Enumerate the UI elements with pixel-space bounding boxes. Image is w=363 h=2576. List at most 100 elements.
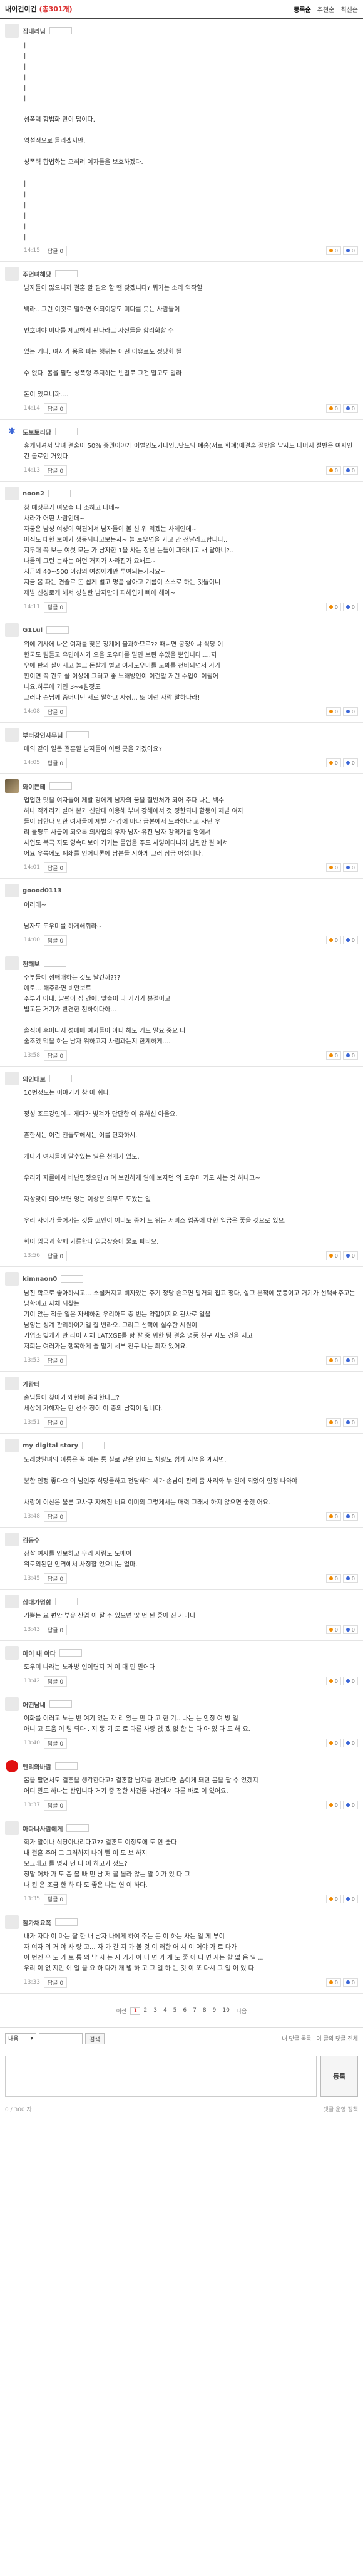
comment-nickname[interactable]: 천해보 [23, 959, 40, 968]
reply-button[interactable]: 답글 0 [43, 1675, 68, 1687]
page-number[interactable]: 8 [200, 2007, 210, 2015]
search-button[interactable]: 검색 [85, 2032, 105, 2044]
page-number[interactable]: 6 [180, 2007, 190, 2015]
profile-badge[interactable] [55, 270, 78, 277]
comment-nickname[interactable]: 아이 내 아다 [23, 1648, 56, 1658]
avatar[interactable] [5, 728, 19, 742]
avatar[interactable] [5, 1439, 19, 1452]
upvote-button[interactable]: 0 [325, 1574, 341, 1583]
reply-button[interactable]: 답글 0 [43, 1417, 68, 1428]
downvote-button[interactable]: 0 [342, 1418, 358, 1427]
page-number[interactable]: 9 [210, 2007, 220, 2015]
sort-registered[interactable]: 등록순 [294, 4, 311, 14]
profile-badge[interactable] [43, 960, 66, 967]
avatar[interactable] [5, 884, 19, 897]
profile-badge[interactable] [55, 428, 78, 435]
reply-button[interactable]: 답글 0 [43, 706, 68, 717]
avatar[interactable] [5, 1533, 19, 1546]
reply-button[interactable]: 답글 0 [43, 245, 68, 256]
upvote-button[interactable]: 0 [325, 1978, 341, 1987]
profile-badge[interactable] [43, 1536, 66, 1543]
reply-button[interactable]: 답글 0 [43, 1573, 68, 1584]
upvote-button[interactable]: 0 [325, 1356, 341, 1365]
upvote-button[interactable]: 0 [325, 1739, 341, 1747]
upvote-button[interactable]: 0 [325, 1677, 341, 1685]
avatar[interactable] [5, 267, 19, 281]
reply-button[interactable]: 답글 0 [43, 403, 68, 414]
profile-badge[interactable] [59, 1649, 82, 1657]
reply-button[interactable]: 답글 0 [43, 862, 68, 873]
avatar[interactable] [5, 1915, 19, 1929]
page-number[interactable]: 4 [160, 2007, 170, 2015]
profile-badge[interactable] [49, 27, 72, 34]
downvote-button[interactable]: 0 [342, 404, 358, 413]
avatar[interactable] [5, 956, 19, 970]
submit-comment-button[interactable]: 등록 [320, 2056, 358, 2097]
reply-button[interactable]: 답글 0 [43, 934, 68, 946]
comment-nickname[interactable]: noon2 [23, 490, 44, 497]
downvote-button[interactable]: 0 [342, 1251, 358, 1260]
reply-button[interactable]: 답글 0 [43, 1050, 68, 1061]
reply-button[interactable]: 답글 0 [43, 1511, 68, 1522]
upvote-button[interactable]: 0 [325, 1801, 341, 1809]
policy-link[interactable]: 댓글 운영 정책 [324, 2105, 358, 2113]
profile-badge[interactable] [55, 1762, 78, 1770]
comment-nickname[interactable]: 상대가명함 [23, 1597, 51, 1606]
page-number[interactable]: 10 [219, 2007, 232, 2015]
upvote-button[interactable]: 0 [325, 404, 341, 413]
reply-button[interactable]: 답글 0 [43, 1977, 68, 1988]
profile-badge[interactable] [55, 1598, 78, 1605]
search-input[interactable] [39, 2032, 83, 2044]
all-comments-link[interactable]: 이 글의 댓글 전체 [316, 2034, 358, 2042]
reply-button[interactable]: 답글 0 [43, 757, 68, 768]
reply-button[interactable]: 답글 0 [43, 1799, 68, 1811]
next-page-button[interactable]: 다음 [233, 2007, 251, 2015]
upvote-button[interactable]: 0 [325, 707, 341, 716]
downvote-button[interactable]: 0 [342, 466, 358, 475]
avatar[interactable] [5, 1595, 19, 1608]
downvote-button[interactable]: 0 [342, 1051, 358, 1060]
avatar[interactable] [5, 1377, 19, 1390]
upvote-button[interactable]: 0 [325, 758, 341, 767]
comment-nickname[interactable]: 부터강인사무님 [23, 730, 63, 740]
comment-nickname[interactable]: my digital story [23, 1442, 78, 1449]
reply-button[interactable]: 답글 0 [43, 601, 68, 613]
comment-nickname[interactable]: 주먼녀해당 [23, 269, 51, 279]
downvote-button[interactable]: 0 [342, 1512, 358, 1521]
prev-page-button[interactable]: 이전 [113, 2007, 131, 2015]
upvote-button[interactable]: 0 [325, 1625, 341, 1634]
upvote-button[interactable]: 0 [325, 1895, 341, 1903]
upvote-button[interactable]: 0 [325, 1418, 341, 1427]
sort-latest[interactable]: 최신순 [340, 4, 358, 14]
downvote-button[interactable]: 0 [342, 1625, 358, 1634]
downvote-button[interactable]: 0 [342, 603, 358, 611]
upvote-button[interactable]: 0 [325, 466, 341, 475]
downvote-button[interactable]: 0 [342, 1574, 358, 1583]
profile-badge[interactable] [66, 1824, 89, 1832]
downvote-button[interactable]: 0 [342, 1677, 358, 1685]
avatar[interactable] [5, 1759, 19, 1773]
comment-nickname[interactable]: 가람터 [23, 1379, 40, 1389]
downvote-button[interactable]: 0 [342, 863, 358, 872]
downvote-button[interactable]: 0 [342, 246, 358, 255]
avatar[interactable] [5, 1697, 19, 1711]
comment-textarea[interactable] [5, 2056, 317, 2097]
page-number[interactable]: 5 [170, 2007, 180, 2015]
comment-nickname[interactable]: 와이든테 [23, 782, 46, 791]
profile-badge[interactable] [49, 782, 72, 790]
downvote-button[interactable]: 0 [342, 1895, 358, 1903]
reply-button[interactable]: 답글 0 [43, 1737, 68, 1749]
page-number[interactable]: 3 [150, 2007, 160, 2015]
upvote-button[interactable]: 0 [325, 863, 341, 872]
upvote-button[interactable]: 0 [325, 1251, 341, 1260]
downvote-button[interactable]: 0 [342, 758, 358, 767]
upvote-button[interactable]: 0 [325, 936, 341, 944]
downvote-button[interactable]: 0 [342, 936, 358, 944]
reply-button[interactable]: 답글 0 [43, 465, 68, 476]
profile-badge[interactable] [61, 1275, 84, 1283]
comment-nickname[interactable]: 도보토리당 [23, 427, 51, 437]
comment-nickname[interactable]: G1Lul [23, 627, 43, 634]
upvote-button[interactable]: 0 [325, 603, 341, 611]
avatar[interactable] [5, 1272, 19, 1286]
profile-badge[interactable] [49, 1075, 72, 1082]
